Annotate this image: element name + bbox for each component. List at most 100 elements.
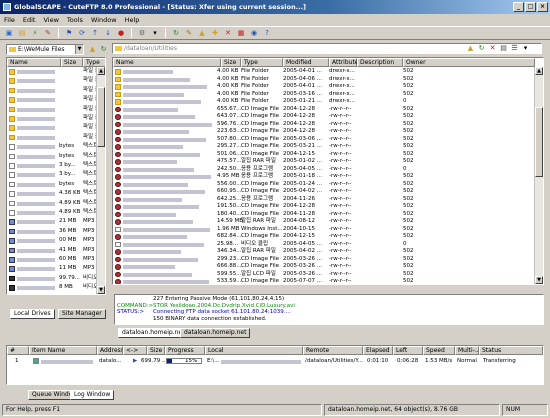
- tab-remote-session-1[interactable]: dataloan.homeip.net: [118, 328, 189, 338]
- table-row[interactable]: 25.98... 비디오 클립 2005-04-05 ... -rw-r--r-- 0: [113, 241, 535, 249]
- table-row[interactable]: 642.25... 응용 프로그램 2004-11-26 -rw-r--r-- 502: [113, 196, 535, 204]
- table-row[interactable]: 596.76... CD Image File 2004-12-28 -rw-r--r…: [113, 121, 535, 129]
- menu-view[interactable]: View: [43, 16, 58, 24]
- table-row[interactable]: 660.95... CD Image File 2005-04-02 ... -rw-…: [113, 188, 535, 196]
- list-item[interactable]: 파일 폴더: [7, 87, 105, 95]
- chevron-down-icon[interactable]: ▼: [75, 45, 83, 54]
- table-row[interactable]: 4.95 MB 응용 프로그램 2005-01-18 ... -rw-r--r-- 50…: [113, 173, 535, 181]
- new-site-icon[interactable]: ▣: [4, 28, 14, 38]
- tab-log-window[interactable]: Log Window: [70, 390, 115, 400]
- table-row[interactable]: 556.00... CD Image File 2005-01-24 ... -rw-…: [113, 181, 535, 189]
- table-row[interactable]: 242.50... 응용 프로그램 2005-04-05 ... -rw-r--r--…: [113, 166, 535, 174]
- table-row[interactable]: 1.96 MB Windows Inst... 2004-10-15 -rw-r--r…: [113, 226, 535, 234]
- table-row[interactable]: 299.23... CD Image File 2005-03-26 ... -rw-…: [113, 256, 535, 264]
- chevron-down-icon[interactable]: ▾: [521, 43, 530, 53]
- col-modified-header[interactable]: Modified: [283, 58, 329, 67]
- folder-up-icon[interactable]: ▲: [88, 44, 97, 54]
- table-row[interactable]: 4.00 KB File Folder 2005-04-06 ... drwxr-x.…: [113, 76, 535, 84]
- scroll-down-button[interactable]: ▼: [535, 276, 543, 284]
- stop-icon[interactable]: ●: [116, 28, 126, 38]
- quick-connect-icon[interactable]: ✎: [43, 28, 53, 38]
- col-description-header[interactable]: Description: [357, 58, 403, 67]
- connect-icon[interactable]: ⚡: [30, 28, 40, 38]
- stop-icon[interactable]: ✕: [488, 43, 497, 53]
- local-file-list[interactable]: Name Size Type 파일 폴더 파일 폴더 파일 폴더 파일 폴더 파일 폴더…: [6, 57, 106, 295]
- list-item[interactable]: 파일 폴더: [7, 68, 105, 76]
- queue-col-direction[interactable]: <->: [123, 346, 147, 355]
- table-row[interactable]: 599.55... 알집 LCD 파일 2005-03-26 ... -rw-r--r…: [113, 271, 535, 279]
- list-item[interactable]: 00 MB MP3 형식: [7, 237, 105, 245]
- list-item[interactable]: 36 MB MP3 형식: [7, 228, 105, 236]
- scroll-thumb[interactable]: [535, 107, 543, 177]
- tab-local-drives[interactable]: Local Drives: [10, 309, 55, 319]
- list-item[interactable]: bytes 텍스트 문: [7, 181, 105, 189]
- queue-col-size[interactable]: Size: [147, 346, 165, 355]
- menu-edit[interactable]: Edit: [23, 16, 36, 24]
- table-row[interactable]: 682.84... CD Image File 2004-12-15 -rw-r--r…: [113, 233, 535, 241]
- refresh-icon[interactable]: ↻: [99, 44, 108, 54]
- list-item[interactable]: 4.89 KB 텍스트 문: [7, 200, 105, 208]
- queue-col-progress[interactable]: Progress: [165, 346, 205, 355]
- queue-col-local[interactable]: Local: [205, 346, 303, 355]
- list-item[interactable]: 4.38 KB 텍스트 문: [7, 190, 105, 198]
- table-row[interactable]: 4.00 KB File Folder 2005-01-21 ... drwxr-x.…: [113, 98, 535, 106]
- table-row[interactable]: 475.57... 알집 RAR 파일 2005-01-02 ... -rw-r--r…: [113, 158, 535, 166]
- table-row[interactable]: 4.00 KB File Folder 2005-04-01 ... drwxr-x.…: [113, 68, 535, 76]
- list-item[interactable]: 60 MB MP3 형식: [7, 256, 105, 264]
- menu-tools[interactable]: Tools: [67, 16, 83, 24]
- queue-col-address[interactable]: Address: [97, 346, 123, 355]
- table-row[interactable]: 655.67... CD Image File 2004-12-28 -rw-r--r…: [113, 106, 535, 114]
- queue-col-speed[interactable]: Speed: [423, 346, 455, 355]
- menu-help[interactable]: Help: [125, 16, 140, 24]
- table-row[interactable]: 346.34... 알집 RAR 파일 2005-04-02 ... -rw-r--r…: [113, 248, 535, 256]
- list-item[interactable]: 4.89 KB 텍스트 문: [7, 209, 105, 217]
- list-item[interactable]: 11 MB MP3 형식: [7, 265, 105, 273]
- scroll-thumb[interactable]: [97, 87, 105, 147]
- table-row[interactable]: 14.59 MB 알집 RAR 파일 2004-08-12 -rw-r--r-- 502: [113, 218, 535, 226]
- scroll-up-button[interactable]: ▲: [535, 67, 543, 75]
- queue-col-item-name[interactable]: Item Name: [29, 346, 97, 355]
- open-icon[interactable]: ▤: [17, 28, 27, 38]
- table-row[interactable]: 533.59... CD Image File 2005-07-07 ... -rw-…: [113, 278, 535, 284]
- close-button[interactable]: ×: [537, 2, 548, 12]
- col-attributes-header[interactable]: Attributes: [329, 58, 362, 67]
- menu-window[interactable]: Window: [91, 16, 117, 24]
- list-item[interactable]: 파일 폴더: [7, 77, 105, 85]
- table-row[interactable]: 507.80... CD Image File 2005-03-06 ... -rw-…: [113, 136, 535, 144]
- col-size-header[interactable]: Size: [221, 58, 241, 67]
- list-item[interactable]: 파일 폴더: [7, 124, 105, 132]
- menu-file[interactable]: File: [4, 16, 15, 24]
- queue-col-left[interactable]: Left: [393, 346, 423, 355]
- table-row[interactable]: 666.88... CD Image File 2005-03-26 ... -rw-…: [113, 263, 535, 271]
- disconnect-icon[interactable]: ⚑: [64, 28, 74, 38]
- chevron-down-icon[interactable]: ▾: [150, 28, 160, 38]
- minimize-button[interactable]: _: [513, 2, 524, 12]
- list-item[interactable]: 99.79... 비디오 클: [7, 275, 105, 283]
- table-row[interactable]: 191.50... CD Image File 2004-12-28 -rw-r--r…: [113, 203, 535, 211]
- delete-icon[interactable]: ✕: [223, 28, 233, 38]
- properties-icon[interactable]: ▦: [236, 28, 246, 38]
- tab-remote-session-2[interactable]: dataloan.homeip.net: [180, 328, 251, 338]
- col-size-header[interactable]: Size: [61, 58, 83, 67]
- local-path-combo[interactable]: E:\WeMule Files ▼: [6, 44, 84, 55]
- col-type-header[interactable]: Type: [83, 58, 105, 67]
- download-icon[interactable]: ↓: [103, 28, 113, 38]
- queue-col-num[interactable]: #: [7, 346, 29, 355]
- maximize-button[interactable]: □: [525, 2, 536, 12]
- table-row[interactable]: 295.27... CD Image File 2005-03-21 ... -rw-…: [113, 143, 535, 151]
- new-folder-icon[interactable]: ✚: [210, 28, 220, 38]
- list-item[interactable]: 8 MB 비디오 클: [7, 284, 105, 292]
- info-icon[interactable]: ◉: [249, 28, 259, 38]
- edit-icon[interactable]: ✎: [184, 28, 194, 38]
- queue-col-remote[interactable]: Remote: [303, 346, 363, 355]
- list-item[interactable]: 파일 폴더: [7, 134, 105, 142]
- list-item[interactable]: 파일 폴더: [7, 106, 105, 114]
- upload-icon[interactable]: ↑: [90, 28, 100, 38]
- table-row[interactable]: 223.63... CD Image File 2004-12-28 -rw-r--r…: [113, 128, 535, 136]
- remote-file-list[interactable]: Name Size Type Modified Attributes Descr…: [112, 57, 544, 285]
- folder-up-icon[interactable]: ▲: [466, 43, 475, 53]
- col-owner-header[interactable]: Owner: [403, 58, 535, 67]
- list-item[interactable]: bytes 텍스트 문: [7, 143, 105, 151]
- queue-col-multi[interactable]: Multi-...: [455, 346, 479, 355]
- queue-window[interactable]: # Item Name Address <-> Size Progress Lo…: [6, 345, 544, 385]
